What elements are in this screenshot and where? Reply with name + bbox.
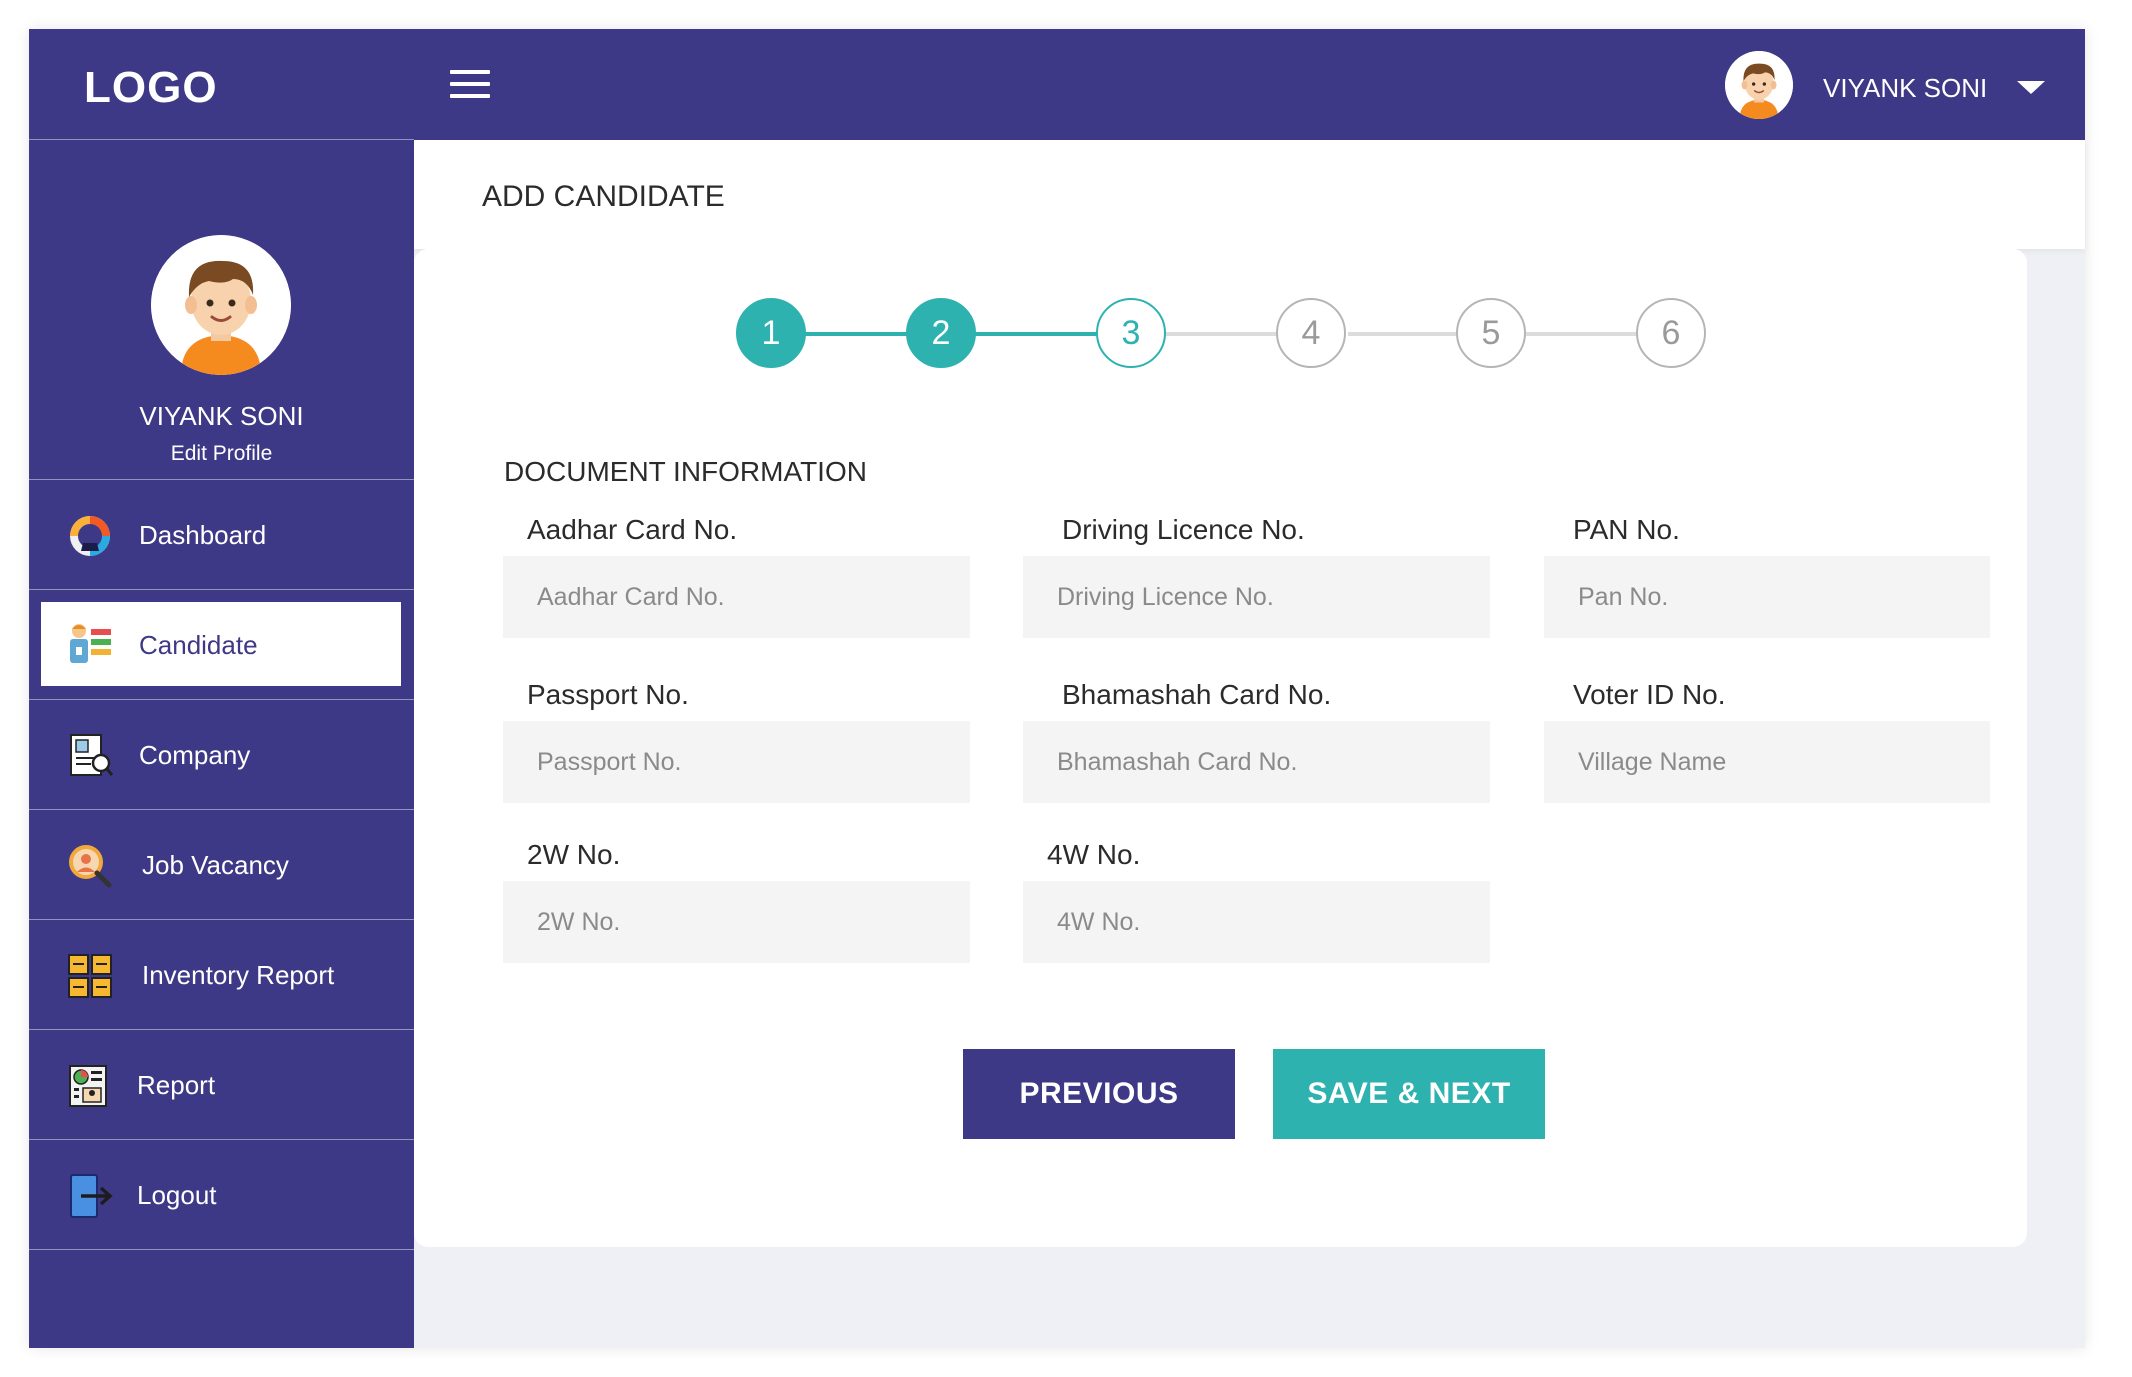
sidebar-item-job-vacancy[interactable]: Job Vacancy	[29, 810, 414, 920]
top-bar: VIYANK SONI	[414, 29, 2085, 140]
report-icon	[67, 1063, 113, 1109]
avatar-boy-icon	[1725, 51, 1793, 119]
voter-id-input[interactable]	[1544, 721, 1990, 803]
sidebar-item-label: Dashboard	[139, 520, 267, 550]
caret-down-icon[interactable]	[2017, 81, 2045, 94]
sidebar-item-label: Job Vacancy	[142, 850, 289, 880]
logout-icon	[67, 1173, 113, 1219]
field-label-4w: 4W No.	[1047, 839, 1141, 870]
step-connector	[1526, 332, 1637, 336]
top-user-name[interactable]: VIYANK SONI	[1823, 73, 1987, 104]
step-3[interactable]: 3	[1096, 298, 1166, 368]
job-vacancy-icon	[67, 843, 113, 889]
sidebar-item-logout[interactable]: Logout	[29, 1140, 414, 1250]
passport-input[interactable]	[503, 721, 970, 803]
sidebar-item-candidate[interactable]: Candidate	[29, 590, 414, 700]
user-avatar[interactable]	[1725, 51, 1793, 119]
logo-text: LOGO	[84, 63, 218, 112]
sidebar-item-label: Logout	[137, 1180, 217, 1210]
four-wheeler-input[interactable]	[1023, 881, 1490, 963]
field-label-pan: PAN No.	[1573, 514, 1680, 545]
sidebar: LOGO VIYANK SONI Edit Profile Dashboard …	[29, 29, 414, 1348]
sidebar-item-label: Candidate	[139, 630, 258, 660]
avatar[interactable]	[151, 235, 291, 375]
field-label-passport: Passport No.	[527, 679, 689, 710]
step-connector	[1348, 332, 1456, 336]
field-label-bhamashah: Bhamashah Card No.	[1062, 679, 1332, 710]
edit-profile-link[interactable]: Edit Profile	[29, 442, 414, 466]
field-label-voter-id: Voter ID No.	[1573, 679, 1726, 710]
sidebar-item-dashboard[interactable]: Dashboard	[29, 480, 414, 590]
hamburger-icon[interactable]	[450, 70, 490, 98]
step-4[interactable]: 4	[1276, 298, 1346, 368]
step-connector	[1160, 332, 1278, 336]
driving-licence-input[interactable]	[1023, 556, 1490, 638]
step-6[interactable]: 6	[1636, 298, 1706, 368]
two-wheeler-input[interactable]	[503, 881, 970, 963]
profile-name: VIYANK SONI	[139, 401, 304, 431]
aadhar-card-input[interactable]	[503, 556, 970, 638]
previous-button[interactable]: PREVIOUS	[963, 1049, 1235, 1139]
pan-input[interactable]	[1544, 556, 1990, 638]
avatar-boy-icon	[151, 235, 291, 375]
step-1[interactable]: 1	[736, 298, 806, 368]
sidebar-item-label: Inventory Report	[142, 960, 335, 990]
sidebar-profile: VIYANK SONI Edit Profile	[29, 140, 414, 480]
inventory-report-icon	[67, 953, 113, 999]
page-header: ADD CANDIDATE	[414, 140, 2085, 249]
page-title: ADD CANDIDATE	[482, 180, 725, 213]
sidebar-item-label: Report	[137, 1070, 216, 1100]
dashboard-gauge-icon	[67, 513, 113, 559]
field-label-aadhar: Aadhar Card No.	[527, 514, 738, 545]
company-icon	[67, 733, 114, 779]
section-title: DOCUMENT INFORMATION	[504, 456, 867, 487]
logo[interactable]: LOGO	[29, 29, 414, 140]
sidebar-item-company[interactable]: Company	[29, 700, 414, 810]
step-5[interactable]: 5	[1456, 298, 1526, 368]
sidebar-item-inventory-report[interactable]: Inventory Report	[29, 920, 414, 1030]
field-label-driving-licence: Driving Licence No.	[1062, 514, 1305, 545]
sidebar-item-report[interactable]: Report	[29, 1030, 414, 1140]
candidate-icon	[67, 621, 113, 667]
bhamashah-card-input[interactable]	[1023, 721, 1490, 803]
step-2[interactable]: 2	[906, 298, 976, 368]
save-next-button[interactable]: SAVE & NEXT	[1273, 1049, 1545, 1139]
field-label-2w: 2W No.	[527, 839, 621, 870]
sidebar-item-label: Company	[139, 740, 251, 770]
